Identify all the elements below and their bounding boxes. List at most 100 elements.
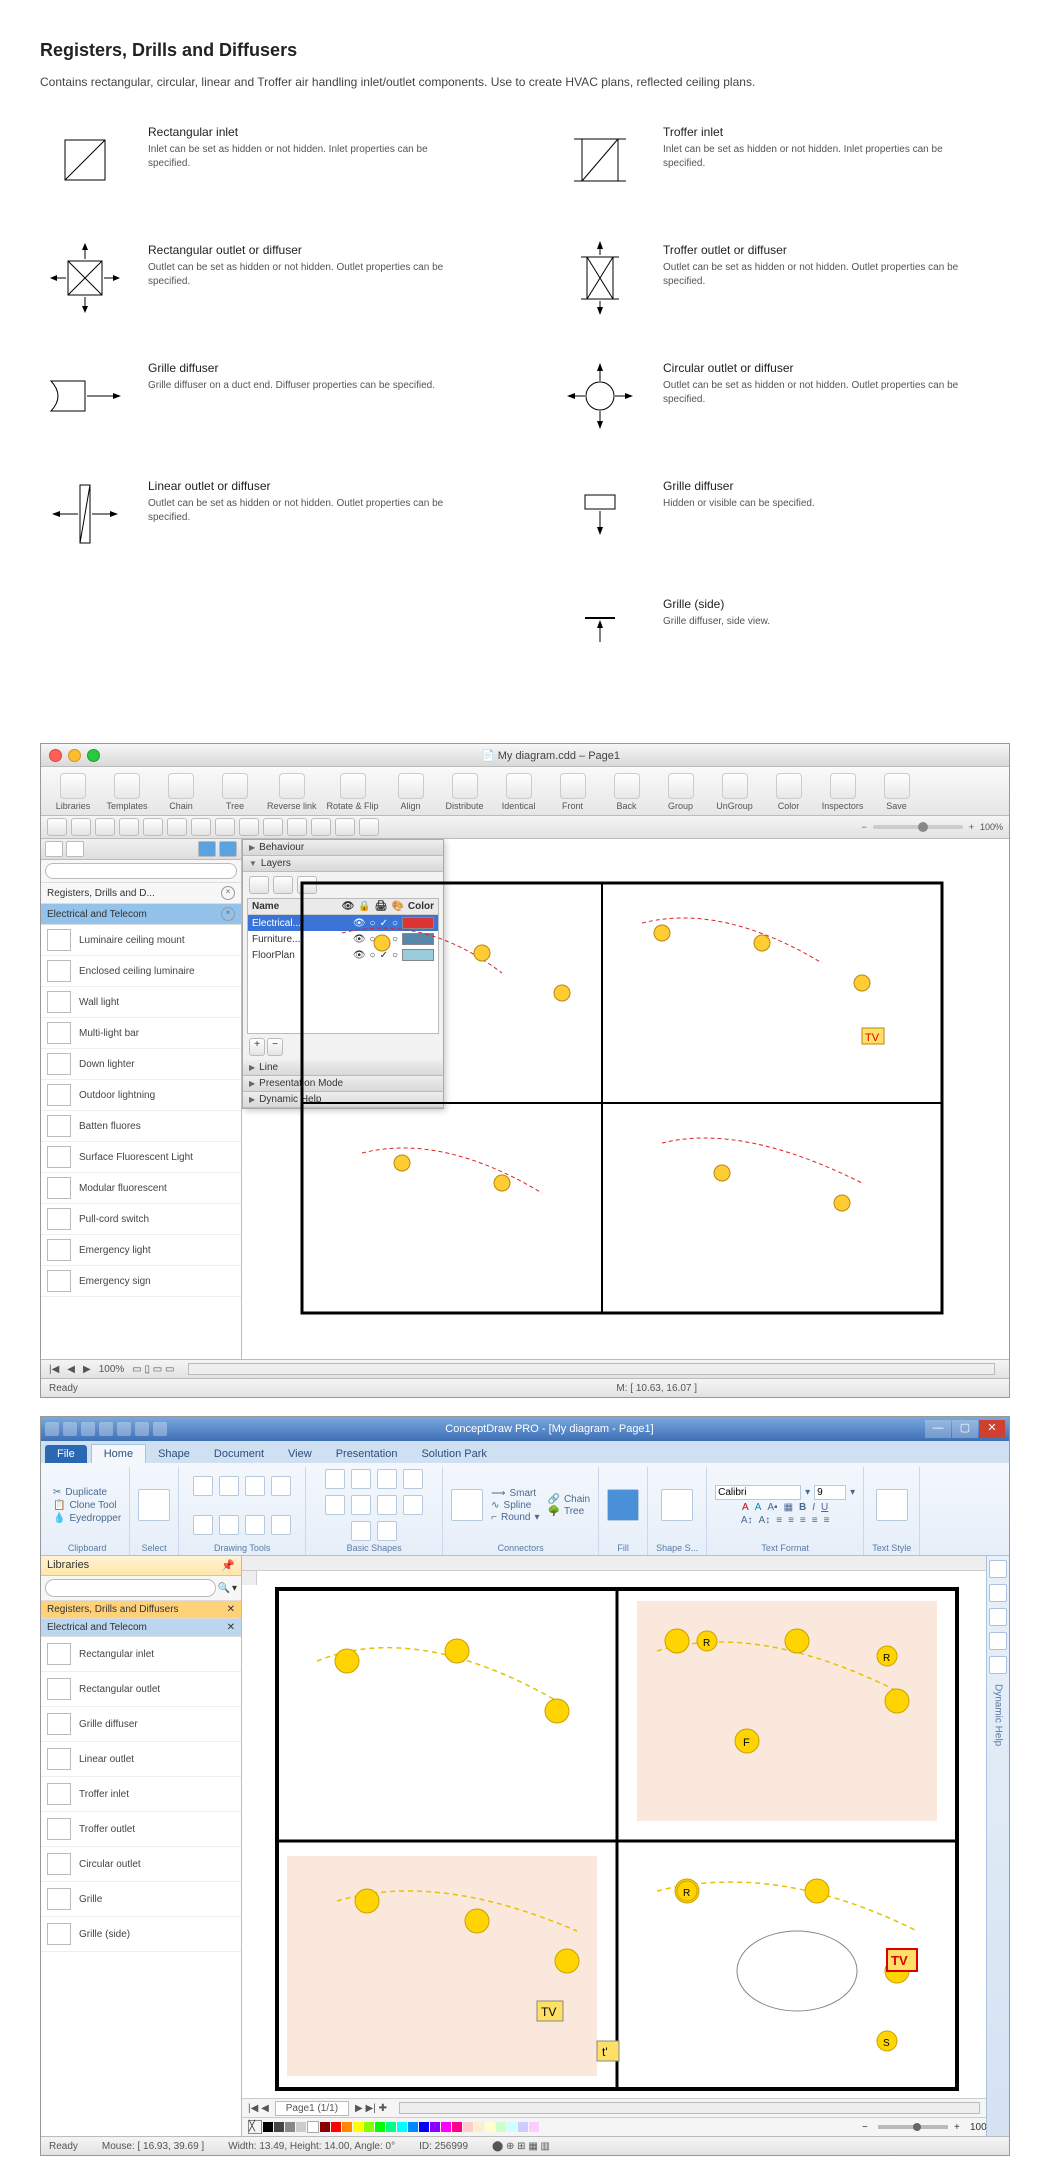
toolbar-align[interactable]: Align	[385, 771, 437, 813]
font-buttons[interactable]: AAA▪▦BIU	[742, 1502, 828, 1513]
side-icon[interactable]	[989, 1584, 1007, 1602]
pin-icon[interactable]: 📌	[221, 1559, 235, 1572]
shape-item[interactable]: Wall light	[41, 987, 241, 1018]
color-palette[interactable]: ╳ − + 100%	[242, 2117, 986, 2136]
shape-item[interactable]: Grille (side)	[41, 1917, 241, 1952]
fill-button[interactable]	[607, 1489, 639, 1521]
tool-button[interactable]	[359, 818, 379, 836]
tool-button[interactable]	[335, 818, 355, 836]
text-style-button[interactable]	[876, 1489, 908, 1521]
page-nav[interactable]: ▶ ▶| ✚	[355, 2103, 387, 2114]
tool-button[interactable]	[287, 818, 307, 836]
font-name-input[interactable]	[715, 1485, 801, 1500]
toolbar-libraries[interactable]: Libraries	[47, 771, 99, 813]
right-sidebar[interactable]: Dynamic Help	[986, 1556, 1009, 2136]
minimize-button[interactable]: —	[925, 1420, 951, 1438]
shape-tool[interactable]	[351, 1521, 371, 1541]
search-icon[interactable]: 🔍	[218, 1583, 230, 1594]
shape-item[interactable]: Troffer outlet	[41, 1812, 241, 1847]
scrollbar-horizontal[interactable]	[188, 1363, 995, 1375]
side-icon[interactable]	[989, 1632, 1007, 1650]
ribbon-tab-solution-park[interactable]: Solution Park	[409, 1445, 498, 1463]
toolbar-group[interactable]: Group	[655, 771, 707, 813]
zoom-out-icon[interactable]: −	[862, 2122, 872, 2132]
tool-button[interactable]	[215, 818, 235, 836]
shape-item[interactable]: Emergency sign	[41, 1266, 241, 1297]
shape-style-button[interactable]	[661, 1489, 693, 1521]
maximize-button[interactable]: ▢	[952, 1420, 978, 1438]
tool-button[interactable]	[239, 818, 259, 836]
scrollbar-horizontal[interactable]	[399, 2102, 980, 2114]
close-icon[interactable]: ✕	[227, 1622, 235, 1633]
panel-tab[interactable]	[66, 841, 84, 857]
library-header[interactable]: Electrical and Telecom✕	[41, 1619, 241, 1637]
side-icon[interactable]	[989, 1656, 1007, 1674]
font-buttons[interactable]: A↕A↕≡≡≡≡≡	[741, 1515, 830, 1526]
draw-tool[interactable]	[193, 1476, 213, 1496]
zoom-in-icon[interactable]: +	[969, 822, 974, 832]
shape-tool[interactable]	[351, 1469, 371, 1489]
shape-item[interactable]: Surface Fluorescent Light	[41, 1142, 241, 1173]
toolbar-front[interactable]: Front	[547, 771, 599, 813]
close-icon[interactable]: ✕	[227, 1604, 235, 1615]
ribbon-tab-presentation[interactable]: Presentation	[324, 1445, 410, 1463]
page-nav[interactable]: |◀ ◀	[248, 2103, 269, 2114]
shape-item[interactable]: Modular fluorescent	[41, 1173, 241, 1204]
shape-tool[interactable]	[325, 1469, 345, 1489]
shape-item[interactable]: Grille diffuser	[41, 1707, 241, 1742]
toolbar-back[interactable]: Back	[601, 771, 653, 813]
layer-btn[interactable]	[273, 876, 293, 894]
toolbar-chain[interactable]: Chain	[155, 771, 207, 813]
tool-button[interactable]	[167, 818, 187, 836]
page-tab[interactable]: Page1 (1/1)	[275, 2101, 349, 2116]
shape-tool[interactable]	[351, 1495, 371, 1515]
view-mode[interactable]: ▭ ▯ ▭ ▭	[132, 1364, 174, 1375]
shape-tool[interactable]	[403, 1495, 423, 1515]
zoom-slider[interactable]	[878, 2125, 948, 2129]
ribbon-tab-shape[interactable]: Shape	[146, 1445, 202, 1463]
tool-button[interactable]	[95, 818, 115, 836]
shape-item[interactable]: Outdoor lightning	[41, 1080, 241, 1111]
quick-access-toolbar[interactable]	[45, 1422, 167, 1436]
remove-layer-button[interactable]: −	[267, 1038, 283, 1056]
clone-tool-button[interactable]: 📋 Clone Tool	[53, 1500, 117, 1511]
toolbar-tree[interactable]: Tree	[209, 771, 261, 813]
shape-tool[interactable]	[377, 1495, 397, 1515]
shape-item[interactable]: Luminaire ceiling mount	[41, 925, 241, 956]
shape-item[interactable]: Troffer inlet	[41, 1777, 241, 1812]
close-icon[interactable]: ×	[221, 907, 235, 921]
draw-tool[interactable]	[245, 1515, 265, 1535]
tool-button[interactable]	[71, 818, 91, 836]
ribbon-tab-document[interactable]: Document	[202, 1445, 276, 1463]
draw-tool[interactable]	[245, 1476, 265, 1496]
tool-button[interactable]	[263, 818, 283, 836]
side-icon[interactable]	[989, 1608, 1007, 1626]
shape-tool[interactable]	[403, 1469, 423, 1489]
draw-tool[interactable]	[271, 1515, 291, 1535]
toolbar-inspectors[interactable]: Inspectors	[817, 771, 869, 813]
shape-item[interactable]: Down lighter	[41, 1049, 241, 1080]
zoom-in-icon[interactable]: +	[954, 2122, 964, 2132]
canvas[interactable]: ▶Behaviour ▼Layers Name👁🔒🖨🎨Color Electri…	[242, 839, 1009, 1359]
shape-tool[interactable]	[377, 1521, 397, 1541]
panel-tab[interactable]	[45, 841, 63, 857]
shape-tool[interactable]	[377, 1469, 397, 1489]
panel-tab[interactable]	[198, 841, 216, 857]
panel-tab[interactable]	[219, 841, 237, 857]
shape-item[interactable]: Circular outlet	[41, 1847, 241, 1882]
tool-button[interactable]	[311, 818, 331, 836]
nav-arrow[interactable]: |◀	[49, 1364, 59, 1375]
dynamic-help-tab[interactable]: Dynamic Help	[993, 1684, 1004, 1746]
side-icon[interactable]	[989, 1560, 1007, 1578]
tree-button[interactable]: 🌳 Tree	[548, 1506, 591, 1517]
add-layer-button[interactable]: +	[249, 1038, 265, 1056]
toolbar-distribute[interactable]: Distribute	[439, 771, 491, 813]
nav-arrow[interactable]: ◀	[67, 1364, 75, 1375]
window-controls[interactable]	[49, 749, 100, 762]
toolbar-save[interactable]: Save	[871, 771, 923, 813]
zoom-slider[interactable]	[873, 825, 963, 829]
tool-button[interactable]	[143, 818, 163, 836]
direct-connector[interactable]	[451, 1489, 483, 1521]
shape-item[interactable]: Linear outlet	[41, 1742, 241, 1777]
toolbar-ungroup[interactable]: UnGroup	[709, 771, 761, 813]
